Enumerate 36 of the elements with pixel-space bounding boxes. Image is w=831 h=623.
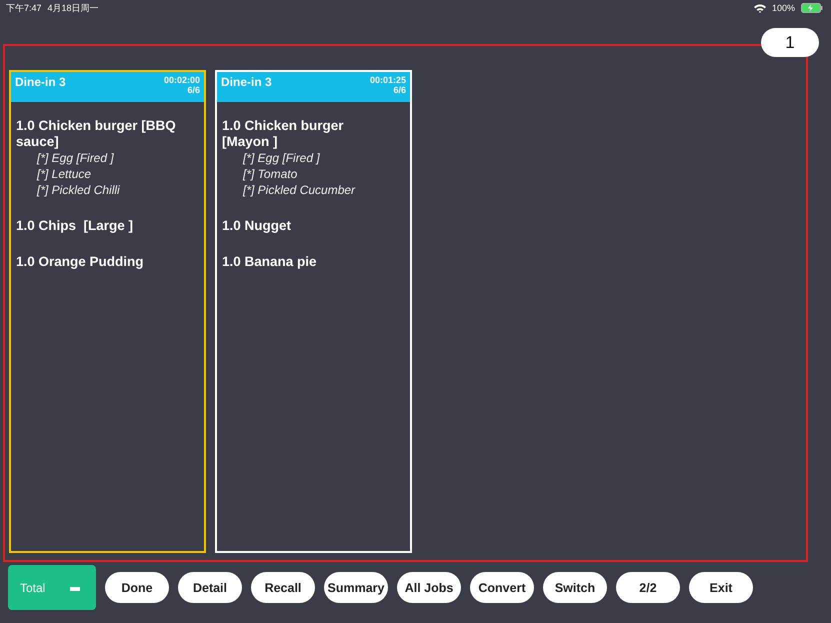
toolbar-button[interactable]: Switch: [543, 572, 607, 603]
toolbar-button[interactable]: All Jobs: [397, 572, 461, 603]
status-time: 下午7:47: [6, 2, 42, 14]
battery-percent: 100%: [772, 3, 795, 13]
item-name: 1.0 Orange Pudding: [16, 254, 145, 270]
ticket-timer: 00:01:25: [370, 75, 406, 85]
wifi-icon: [754, 4, 766, 12]
item-modifier: [*] Pickled Cucumber: [242, 182, 356, 198]
toolbar-button[interactable]: 2/2: [616, 572, 680, 603]
item-modifier: [*] Egg [Fired ]: [242, 150, 321, 166]
ticket-title: Dine-in 3: [15, 75, 66, 91]
item-modifier: [*] Tomato: [242, 166, 298, 182]
minus-icon: [70, 586, 80, 590]
page-number-badge: 1: [761, 28, 819, 57]
toolbar-button[interactable]: Convert: [470, 572, 534, 603]
toolbar-button[interactable]: Summary: [324, 572, 388, 603]
order-ticket[interactable]: Dine-in 3 00:01:25 6/6 1.0 Chicken burger [Mayon ] [*] Egg [Fired ] [*] Tomato [*] Pickled Cucumber 1.0 Nugget 1.0 Banana pie: [215, 70, 412, 553]
item-name: 1.0 Chips [Large ]: [16, 218, 134, 234]
toolbar-button[interactable]: Done: [105, 572, 169, 603]
ticket-timer: 00:02:00: [164, 75, 200, 85]
ticket-count: 6/6: [393, 85, 406, 95]
battery-icon: [801, 3, 823, 13]
order-ticket[interactable]: Dine-in 3 00:02:00 6/6 1.0 Chicken burger [BBQ sauce] [*] Egg [Fired ] [*] Lettuce [*] Pickled Chilli 1.0 Chips [Large ] 1.0 Orange Pudding: [9, 70, 206, 553]
ticket-count: 6/6: [187, 85, 200, 95]
item-modifier: [*] Egg [Fired ]: [36, 150, 115, 166]
item-name: 1.0 Banana pie: [222, 254, 318, 270]
ticket-title: Dine-in 3: [221, 75, 272, 91]
item-modifier: [*] Pickled Chilli: [36, 182, 121, 198]
toolbar-button[interactable]: Detail: [178, 572, 242, 603]
item-name: 1.0 Nugget: [222, 218, 292, 234]
toolbar-button[interactable]: Exit: [689, 572, 753, 603]
item-name: 1.0 Chicken burger [Mayon ]: [222, 118, 345, 150]
item-modifier: [*] Lettuce: [36, 166, 92, 182]
toolbar-button[interactable]: Recall: [251, 572, 315, 603]
status-date: 4月18日周一: [48, 2, 99, 14]
item-name: 1.0 Chicken burger [BBQ sauce]: [16, 118, 177, 150]
